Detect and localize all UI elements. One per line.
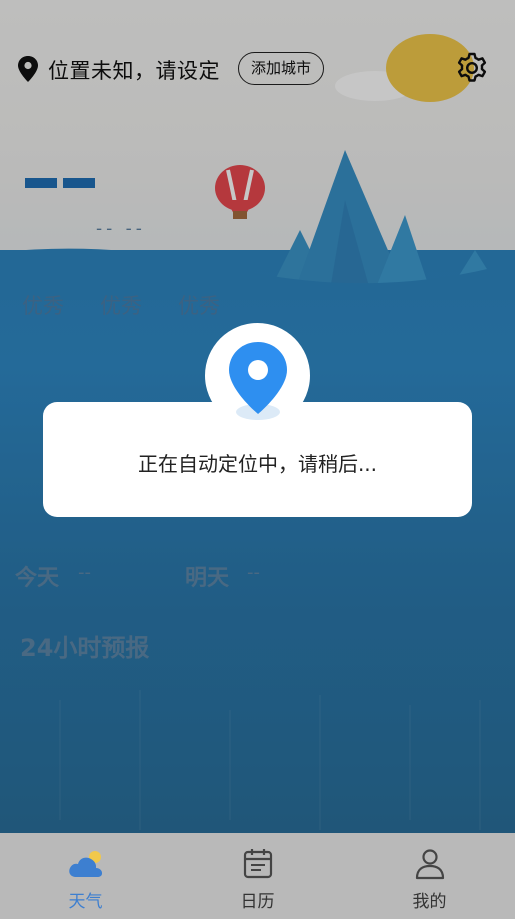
user-icon: [415, 849, 445, 880]
nav-tab-calendar[interactable]: 日历: [172, 833, 343, 919]
locating-message: 正在自动定位中，请稍后...: [137, 452, 378, 476]
weather-screen: 位置未知，请设定 添加城市 -- -- 优秀 优秀 优秀 今天 -- 明天 --…: [0, 0, 515, 919]
nav-label: 天气: [68, 892, 103, 912]
calendar-icon: [243, 849, 273, 879]
location-pin-icon: [229, 342, 287, 420]
cloud-sun-icon: [69, 851, 103, 877]
nav-label: 日历: [240, 892, 275, 912]
nav-tab-profile[interactable]: 我的: [344, 833, 515, 919]
bottom-navigation: 天气 日历 我的: [0, 833, 515, 919]
nav-label: 我的: [412, 892, 447, 912]
nav-tab-weather[interactable]: 天气: [0, 833, 171, 919]
